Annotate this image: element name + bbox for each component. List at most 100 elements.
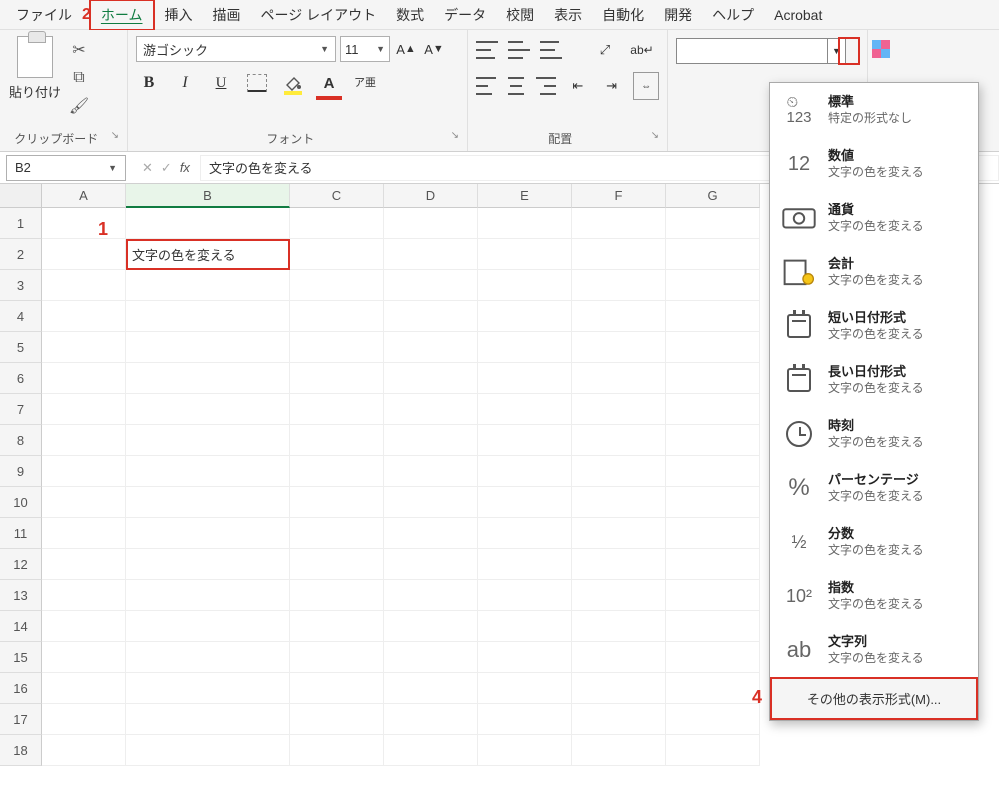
menu-item[interactable]: Acrobat: [764, 3, 832, 27]
name-box[interactable]: B2▼: [6, 155, 126, 181]
cell[interactable]: [290, 394, 384, 425]
cell[interactable]: [572, 425, 666, 456]
select-all-button[interactable]: [0, 184, 42, 208]
cell[interactable]: [572, 642, 666, 673]
cell[interactable]: [478, 301, 572, 332]
menu-item[interactable]: データ: [434, 1, 496, 29]
row-header[interactable]: 3: [0, 270, 42, 301]
cell[interactable]: [666, 394, 760, 425]
cell[interactable]: [478, 673, 572, 704]
cell[interactable]: [666, 704, 760, 735]
cell[interactable]: [478, 518, 572, 549]
cell[interactable]: [126, 270, 290, 301]
format-option[interactable]: 12数値文字の色を変える: [770, 137, 978, 191]
cell[interactable]: [290, 487, 384, 518]
cell[interactable]: [384, 394, 478, 425]
cell[interactable]: [126, 394, 290, 425]
cell[interactable]: [572, 363, 666, 394]
align-center-icon[interactable]: [506, 77, 526, 95]
format-option[interactable]: ½分数文字の色を変える: [770, 515, 978, 569]
clipboard-launcher-icon[interactable]: ↘: [111, 130, 119, 141]
cell[interactable]: [666, 580, 760, 611]
cell[interactable]: [126, 208, 290, 239]
menu-item[interactable]: ファイル: [6, 1, 82, 29]
row-header[interactable]: 8: [0, 425, 42, 456]
cell[interactable]: [478, 549, 572, 580]
menu-item[interactable]: 校閲: [496, 1, 544, 29]
bold-button[interactable]: B: [136, 70, 162, 96]
cell[interactable]: [42, 611, 126, 642]
row-header[interactable]: 17: [0, 704, 42, 735]
cell[interactable]: [126, 518, 290, 549]
indent-increase-icon[interactable]: ⇥: [600, 73, 624, 99]
cell[interactable]: [478, 642, 572, 673]
cell[interactable]: [42, 735, 126, 766]
number-format-combo[interactable]: ▼: [676, 38, 846, 64]
row-header[interactable]: 15: [0, 642, 42, 673]
cell[interactable]: [42, 332, 126, 363]
cell[interactable]: [384, 270, 478, 301]
cell[interactable]: [42, 487, 126, 518]
row-header[interactable]: 9: [0, 456, 42, 487]
cell[interactable]: [290, 735, 384, 766]
wrap-text-button[interactable]: ab↵: [628, 36, 656, 64]
cell[interactable]: [290, 301, 384, 332]
menu-item[interactable]: 開発: [654, 1, 702, 29]
menu-item[interactable]: 数式: [386, 1, 434, 29]
cell[interactable]: [290, 704, 384, 735]
row-header[interactable]: 4: [0, 301, 42, 332]
menu-item[interactable]: 挿入: [155, 1, 203, 29]
row-header[interactable]: 13: [0, 580, 42, 611]
cell[interactable]: [572, 208, 666, 239]
cell[interactable]: [42, 642, 126, 673]
cell[interactable]: [384, 208, 478, 239]
cell[interactable]: [478, 704, 572, 735]
cell[interactable]: [42, 673, 126, 704]
cell[interactable]: [478, 239, 572, 270]
row-header[interactable]: 7: [0, 394, 42, 425]
menu-item[interactable]: 表示: [544, 1, 592, 29]
cell[interactable]: [384, 735, 478, 766]
font-color-button[interactable]: A: [316, 70, 342, 96]
cell[interactable]: [384, 363, 478, 394]
cell[interactable]: [572, 332, 666, 363]
menu-item[interactable]: 自動化: [592, 1, 654, 29]
menu-item[interactable]: 描画: [203, 1, 251, 29]
cell[interactable]: [384, 549, 478, 580]
decrease-font-icon[interactable]: A▼: [422, 37, 446, 61]
cell[interactable]: [384, 487, 478, 518]
row-header[interactable]: 6: [0, 363, 42, 394]
cell[interactable]: [290, 425, 384, 456]
cell[interactable]: [666, 735, 760, 766]
cell[interactable]: [384, 611, 478, 642]
cell[interactable]: [42, 270, 126, 301]
format-option[interactable]: ab文字列文字の色を変える: [770, 623, 978, 677]
row-header[interactable]: 14: [0, 611, 42, 642]
cell[interactable]: [384, 642, 478, 673]
copy-icon[interactable]: ⧉: [68, 68, 90, 88]
align-top-icon[interactable]: [476, 41, 498, 59]
indent-decrease-icon[interactable]: ⇤: [566, 73, 590, 99]
format-painter-icon[interactable]: 🖌: [68, 96, 90, 116]
format-option[interactable]: 10²指数文字の色を変える: [770, 569, 978, 623]
align-left-icon[interactable]: [476, 77, 496, 95]
cancel-icon[interactable]: ✕: [142, 160, 153, 176]
cell[interactable]: [666, 332, 760, 363]
cell[interactable]: [126, 456, 290, 487]
font-launcher-icon[interactable]: ↘: [451, 130, 459, 141]
cell[interactable]: [42, 518, 126, 549]
cell[interactable]: [290, 642, 384, 673]
cell[interactable]: [126, 332, 290, 363]
format-option[interactable]: 短い日付形式文字の色を変える: [770, 299, 978, 353]
cell[interactable]: [666, 549, 760, 580]
cell[interactable]: [572, 580, 666, 611]
cell[interactable]: [666, 270, 760, 301]
cell[interactable]: [42, 394, 126, 425]
cell[interactable]: [384, 673, 478, 704]
cell[interactable]: [384, 456, 478, 487]
cell[interactable]: [384, 239, 478, 270]
cell[interactable]: [572, 611, 666, 642]
format-option[interactable]: %パーセンテージ文字の色を変える: [770, 461, 978, 515]
cell[interactable]: [666, 425, 760, 456]
row-header[interactable]: 11: [0, 518, 42, 549]
